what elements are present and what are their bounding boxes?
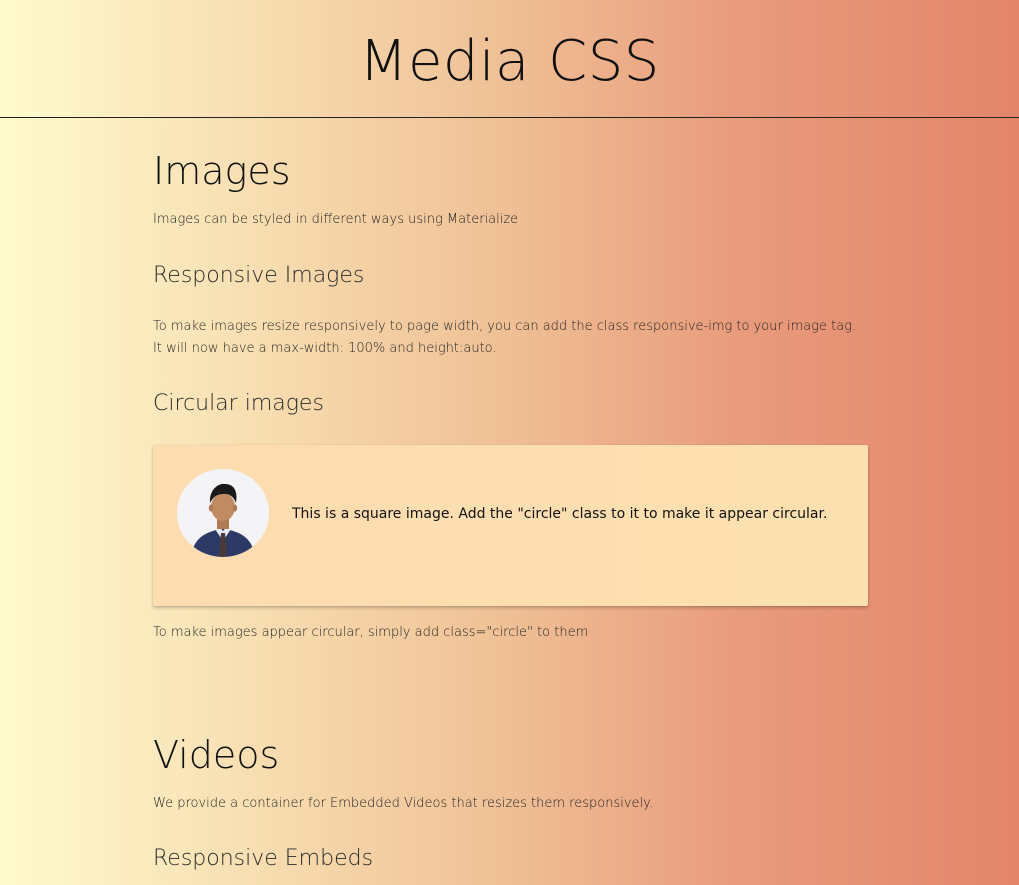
card-text: This is a square image. Add the "circle"…: [292, 506, 828, 522]
circular-images-note: To make images appear circular, simply a…: [153, 625, 589, 640]
videos-intro: We provide a container for Embedded Vide…: [153, 796, 654, 811]
person-portrait-icon: [177, 469, 269, 557]
title-divider: [0, 117, 1019, 118]
responsive-images-heading: Responsive Images: [153, 263, 365, 288]
circular-images-heading: Circular images: [153, 391, 324, 416]
circular-image-card: This is a square image. Add the "circle"…: [153, 445, 868, 606]
responsive-images-description: To make images resize responsively to pa…: [153, 319, 857, 356]
videos-heading: Videos: [153, 733, 280, 777]
images-intro: Images can be styled in different ways u…: [153, 212, 519, 227]
images-heading: Images: [153, 149, 291, 193]
responsive-embeds-heading: Responsive Embeds: [153, 846, 374, 871]
page-title: Media CSS: [359, 29, 660, 94]
